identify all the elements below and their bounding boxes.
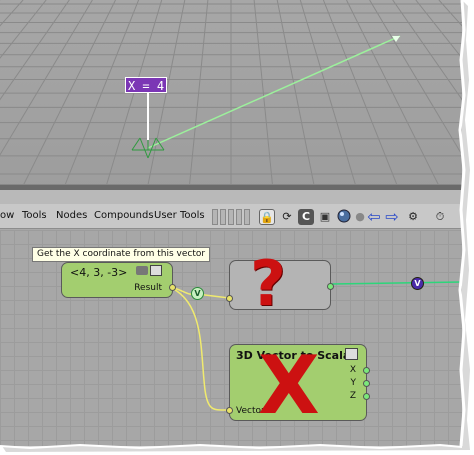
- result-port-label: Result: [134, 283, 162, 293]
- refresh-icon[interactable]: ⟳: [279, 209, 295, 225]
- output-z-label: Z: [349, 391, 356, 401]
- output-y-port[interactable]: [363, 380, 370, 387]
- unknown-node-output-port[interactable]: [327, 283, 334, 290]
- menu-tools[interactable]: Tools: [22, 210, 47, 221]
- sphere-icon[interactable]: [336, 209, 352, 225]
- menu-compounds[interactable]: Compounds: [94, 210, 154, 221]
- viewport-grid: [0, 0, 462, 190]
- output-type-badge[interactable]: V: [411, 277, 424, 290]
- 3d-viewport[interactable]: X = 4: [0, 0, 462, 190]
- menu-user-tools[interactable]: User Tools: [154, 210, 205, 221]
- value-label: X = 4: [125, 77, 167, 93]
- tool-icon[interactable]: ⚙: [405, 209, 421, 225]
- ice-tree-menubar: ow Tools Nodes Compounds User Tools 🔒 ⟳ …: [0, 204, 462, 229]
- output-x-port[interactable]: [363, 367, 370, 374]
- node-tooltip: Get the X coordinate from this vector: [32, 247, 211, 262]
- ice-node-canvas[interactable]: Get the X coordinate from this vector <4…: [0, 230, 462, 446]
- cube-icon[interactable]: ▣: [317, 209, 333, 225]
- toolbar-slot-3[interactable]: [228, 209, 234, 225]
- menu-nodes[interactable]: Nodes: [56, 210, 87, 221]
- output-x-label: X: [349, 365, 356, 375]
- vector-constant-node[interactable]: <4, 3, -3> Result: [61, 262, 176, 298]
- output-z-port[interactable]: [363, 393, 370, 400]
- lock-icon[interactable]: 🔒: [259, 209, 275, 225]
- forward-arrow-icon[interactable]: ⇨: [384, 209, 400, 225]
- result-port[interactable]: [169, 284, 176, 291]
- vector-input-port[interactable]: [226, 407, 233, 414]
- x-cross-overlay: X: [258, 339, 320, 432]
- unknown-node-input-port[interactable]: [226, 295, 233, 302]
- pane-strip: [0, 190, 462, 204]
- comment-icon[interactable]: [136, 266, 148, 275]
- clear-icon[interactable]: C: [298, 209, 314, 225]
- screenshot-frame: X = 4 ow Tools Nodes Compounds User Tool…: [0, 0, 462, 446]
- vector-node-title: <4, 3, -3>: [70, 266, 128, 279]
- toolbar-slot-1[interactable]: [212, 209, 218, 225]
- v2s-menu-icon[interactable]: [345, 348, 358, 360]
- timer-icon[interactable]: ⏱: [432, 209, 448, 225]
- wire-type-badge[interactable]: V: [191, 287, 204, 300]
- wire-result-to-vector: [166, 285, 230, 411]
- menu-view[interactable]: ow: [0, 210, 14, 221]
- wire-output: [330, 281, 462, 285]
- node-menu-icon[interactable]: [150, 265, 162, 276]
- output-y-label: Y: [350, 378, 357, 388]
- toolbar-slot-4[interactable]: [236, 209, 242, 225]
- toolbar-slot-2[interactable]: [220, 209, 226, 225]
- question-mark-overlay: ?: [250, 247, 286, 320]
- back-arrow-icon[interactable]: ⇦: [366, 209, 382, 225]
- toolbar-slot-5[interactable]: [244, 209, 250, 225]
